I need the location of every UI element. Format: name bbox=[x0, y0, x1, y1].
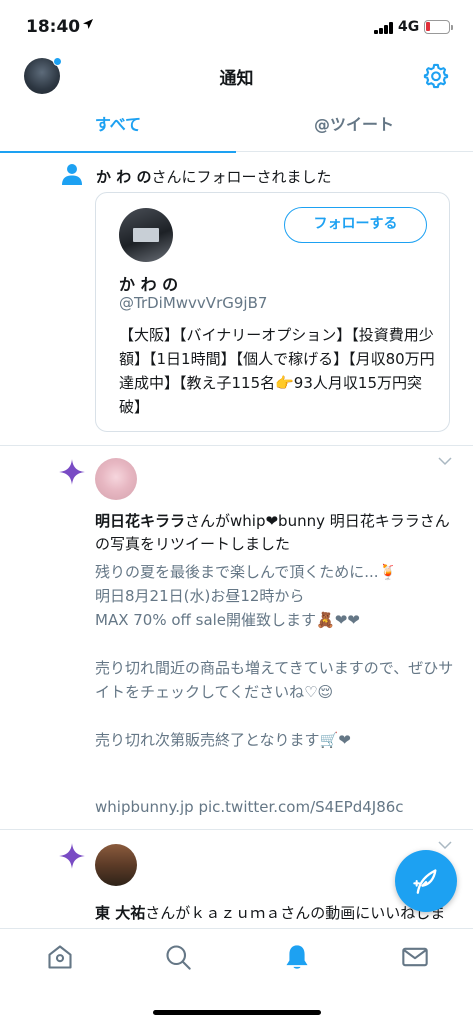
action-text: さんにフォローされました bbox=[151, 168, 332, 186]
user-name[interactable]: 東 大祐 bbox=[95, 904, 145, 922]
notification-feed[interactable]: か わ のさんにフォローされました フォローする か わ の @TrDiMwvv… bbox=[0, 152, 473, 928]
person-icon bbox=[62, 164, 82, 185]
notification-text: 東 大祐さんがｋａｚｕｍａさんの動画にいいねしました bbox=[95, 902, 455, 928]
status-bar: 18:40 4G bbox=[0, 0, 473, 52]
user-card[interactable]: フォローする か わ の @TrDiMwvvVrG9jB7 【大阪】【バイナリー… bbox=[95, 192, 450, 432]
compose-icon bbox=[413, 869, 437, 894]
sparkle-icon bbox=[59, 459, 85, 485]
tweet-line: 明日8月21日(水)お昼12時から bbox=[95, 587, 305, 605]
battery-icon bbox=[424, 20, 450, 34]
avatar[interactable] bbox=[119, 208, 173, 262]
follow-button[interactable]: フォローする bbox=[284, 207, 427, 243]
tweet-link[interactable]: whipbunny.jp pic.twitter.com/S4EPd4J86c bbox=[95, 798, 404, 816]
notification-text: 明日花キララさんがwhip❤bunny 明日花キララさんの写真をリツイートしまし… bbox=[95, 510, 455, 556]
action-text: さんがｋａｚｕｍａさんの動画にいいねしました bbox=[95, 904, 446, 928]
user-name[interactable]: か わ の bbox=[96, 168, 151, 186]
notification-retweet[interactable]: 明日花キララさんがwhip❤bunny 明日花キララさんの写真をリツイートしまし… bbox=[0, 446, 473, 830]
card-user-handle: @TrDiMwvvVrG9jB7 bbox=[119, 294, 268, 312]
tab-mentions[interactable]: @ツイート bbox=[236, 102, 472, 152]
search-icon[interactable] bbox=[164, 943, 192, 971]
avatar[interactable] bbox=[95, 458, 137, 500]
gear-icon[interactable] bbox=[422, 62, 450, 90]
card-user-name: か わ の bbox=[119, 275, 179, 294]
tweet-line: 売り切れ次第販売終了となります🛒❤ bbox=[95, 731, 351, 749]
bell-icon[interactable] bbox=[283, 943, 311, 971]
tab-bar: すべて @ツイート bbox=[0, 102, 473, 153]
mail-icon[interactable] bbox=[401, 943, 429, 971]
tweet-line: MAX 70% off sale開催致します🧸❤❤ bbox=[95, 611, 360, 629]
home-indicator bbox=[153, 1010, 321, 1015]
chevron-down-icon[interactable] bbox=[438, 456, 452, 466]
user-name[interactable]: 明日花キララ bbox=[95, 512, 185, 530]
home-icon[interactable] bbox=[46, 943, 74, 971]
chevron-down-icon[interactable] bbox=[438, 840, 452, 850]
avatar[interactable] bbox=[95, 844, 137, 886]
status-time: 18:40 bbox=[26, 17, 81, 37]
bottom-nav bbox=[0, 928, 473, 1024]
signal-icon bbox=[374, 22, 394, 34]
card-user-bio: 【大阪】【バイナリーオプション】【投資費用少額】【1日1時間】【個人で稼げる】【… bbox=[119, 326, 435, 416]
location-arrow-icon bbox=[83, 19, 93, 29]
page-title: 通知 bbox=[219, 69, 254, 89]
battery-tip bbox=[451, 25, 453, 30]
tweet-line: 売り切れ間近の商品も増えてきていますので、ぜひサイトをチェックしてくださいね♡😌 bbox=[95, 659, 454, 701]
tweet-text: 残りの夏を最後まで楽しんで頂くために...🍹 明日8月21日(水)お昼12時から… bbox=[95, 560, 455, 752]
sparkle-icon bbox=[59, 843, 85, 869]
header: 通知 bbox=[0, 52, 473, 102]
tweet-line: 残りの夏を最後まで楽しんで頂くために...🍹 bbox=[95, 563, 398, 581]
notification-follow[interactable]: か わ のさんにフォローされました フォローする か わ の @TrDiMwvv… bbox=[0, 152, 473, 446]
tab-all[interactable]: すべて bbox=[0, 102, 236, 153]
compose-button[interactable] bbox=[395, 850, 457, 912]
network-type: 4G bbox=[398, 19, 420, 35]
notification-text: か わ のさんにフォローされました bbox=[96, 166, 331, 187]
